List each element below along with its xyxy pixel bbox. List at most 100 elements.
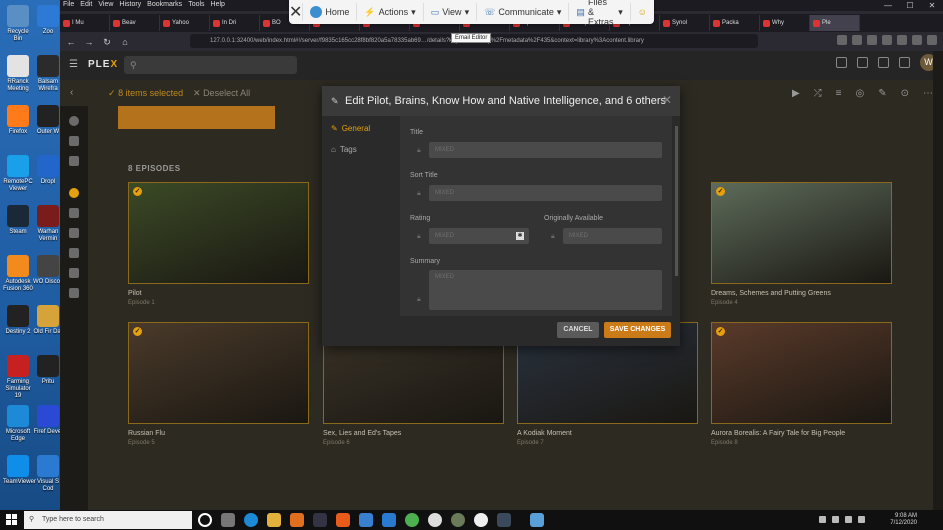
edge-icon[interactable] xyxy=(244,513,258,527)
browser-tab[interactable]: Beav xyxy=(110,15,160,31)
info-icon[interactable]: ⊙ xyxy=(901,88,909,99)
windows-start-icon[interactable] xyxy=(6,514,18,526)
home-icon[interactable]: ⌂ xyxy=(118,35,132,49)
app-icon[interactable] xyxy=(474,513,488,527)
menu-tools[interactable]: Tools xyxy=(185,0,207,9)
remote-view-button[interactable]: ▭ View ▾ xyxy=(422,3,476,21)
steam-icon[interactable] xyxy=(313,513,327,527)
fullscreen-icon[interactable] xyxy=(899,57,910,68)
close-icon[interactable]: ✕ xyxy=(921,0,943,11)
remote-icon[interactable] xyxy=(359,513,373,527)
check-icon[interactable]: ✓ xyxy=(133,327,142,336)
desktop-shortcut[interactable]: Steam xyxy=(3,205,33,236)
taskbar-search-input[interactable]: ⚲ Type here to search xyxy=(24,511,192,529)
desktop-shortcut[interactable]: Recycle Bin xyxy=(3,5,33,43)
save-changes-button[interactable]: SAVE CHANGES xyxy=(604,322,671,338)
browser-tab[interactable]: I Mu xyxy=(60,15,110,31)
check-icon[interactable]: ✓ xyxy=(716,327,725,336)
minimize-icon[interactable]: — xyxy=(877,0,899,11)
browser-tab[interactable]: Packa xyxy=(710,15,760,31)
maximize-icon[interactable]: ☐ xyxy=(899,0,921,11)
browser-tab[interactable]: Ple xyxy=(810,15,860,31)
remote-files-button[interactable]: ▤ Files & Extras ▾ xyxy=(568,0,629,27)
episode-card[interactable]: ✓ Russian Flu Episode 5 xyxy=(128,322,309,446)
chrome-icon[interactable] xyxy=(428,513,442,527)
episode-card[interactable]: ✓ Aurora Borealis: A Fairy Tale for Big P… xyxy=(711,322,892,446)
back-icon[interactable]: ‹ xyxy=(70,87,73,98)
tab-tags[interactable]: ⌂ Tags xyxy=(331,145,357,154)
remote-communicate-button[interactable]: ☏ Communicate ▾ xyxy=(476,3,568,21)
extension-icon[interactable] xyxy=(882,35,892,45)
episode-title[interactable]: Aurora Borealis: A Fairy Tale for Big Pe… xyxy=(711,430,892,437)
desktop-shortcut[interactable]: Autodesk Fusion 360 xyxy=(3,255,33,293)
app-icon[interactable] xyxy=(497,513,511,527)
lock-icon[interactable]: 🔒︎ xyxy=(417,296,424,304)
activity-icon[interactable] xyxy=(836,57,847,68)
edit-icon[interactable]: ✎ xyxy=(878,88,886,99)
close-icon[interactable]: ✕ xyxy=(289,2,302,22)
more-icon[interactable]: ⋯ xyxy=(923,88,933,99)
menu-help[interactable]: Help xyxy=(208,0,228,9)
browser-tab[interactable]: Synol xyxy=(660,15,710,31)
desktop-shortcut[interactable]: Zoo xyxy=(33,5,63,36)
episode-title[interactable]: Dreams, Schemes and Putting Greens xyxy=(711,290,892,297)
menu-history[interactable]: History xyxy=(116,0,144,9)
desktop-shortcut[interactable]: Firef Devel xyxy=(33,405,63,436)
episode-title[interactable]: Pilot xyxy=(128,290,309,297)
avatar-icon[interactable] xyxy=(69,116,79,126)
desktop-shortcut[interactable]: Farming Simulator 19 xyxy=(3,355,33,400)
desktop-shortcut[interactable]: Old Fir Dat xyxy=(33,305,63,336)
monitor-icon[interactable] xyxy=(69,156,79,166)
arrow-icon[interactable] xyxy=(69,188,79,198)
emoji-button[interactable]: ☺ xyxy=(629,3,654,21)
desktop-shortcut[interactable]: Warhan Vermin xyxy=(33,205,63,243)
lock-icon[interactable]: 🔒︎ xyxy=(417,147,424,155)
app-icon[interactable] xyxy=(336,513,350,527)
episode-card[interactable]: ✓ Pilot Episode 1 xyxy=(128,182,309,306)
check-icon[interactable]: ✓ xyxy=(716,187,725,196)
watched-icon[interactable]: ◎ xyxy=(855,88,864,99)
desktop-shortcut[interactable]: Balsam Wirefra xyxy=(33,55,63,93)
lock-icon[interactable]: 🔒︎ xyxy=(551,233,558,241)
desktop-shortcut[interactable]: RRanck Meeting xyxy=(3,55,33,93)
desktop-shortcut[interactable]: Destiny 2 xyxy=(3,305,33,336)
episode-thumbnail[interactable]: ✓ xyxy=(711,182,892,284)
rating-field[interactable]: MIXED ✱ xyxy=(429,228,529,244)
episode-card[interactable]: ✓ Dreams, Schemes and Putting Greens Episo… xyxy=(711,182,892,306)
lock-icon[interactable]: 🔒︎ xyxy=(417,190,424,198)
shuffle-icon[interactable]: ⤮ xyxy=(814,88,822,99)
desktop-shortcut[interactable]: Pritu xyxy=(33,355,63,386)
music-icon[interactable] xyxy=(69,268,79,278)
sort-title-field[interactable]: MIXED xyxy=(429,185,662,201)
desktop-shortcut[interactable]: Outer W xyxy=(33,105,63,136)
desktop-shortcut[interactable]: Visual S Cod xyxy=(33,455,63,493)
cortana-icon[interactable] xyxy=(198,513,212,527)
cancel-button[interactable]: CANCEL xyxy=(557,322,599,338)
title-field[interactable]: MIXED xyxy=(429,142,662,158)
remote-home-button[interactable]: Home xyxy=(302,3,356,21)
settings-icon[interactable] xyxy=(857,57,868,68)
menu-view[interactable]: View xyxy=(95,0,116,9)
photos-icon[interactable] xyxy=(69,248,79,258)
cast-icon[interactable] xyxy=(878,57,889,68)
desktop-shortcut[interactable]: TeamViewer xyxy=(3,455,36,486)
desktop-shortcut[interactable]: Microsoft Edge xyxy=(3,405,33,443)
modal-scrollbar[interactable] xyxy=(672,122,680,312)
hamburger-icon[interactable]: ☰ xyxy=(69,59,78,70)
queue-icon[interactable]: ≡ xyxy=(836,88,842,99)
episode-thumbnail[interactable]: ✓ xyxy=(128,322,309,424)
forward-icon[interactable]: → xyxy=(82,35,96,49)
sidebar-icon[interactable] xyxy=(867,35,877,45)
remote-actions-button[interactable]: ⚡ Actions ▾ xyxy=(356,3,422,21)
deselect-all-button[interactable]: ✕ Deselect All xyxy=(193,88,250,99)
plex-logo[interactable]: PLEX xyxy=(88,59,118,70)
episode-title[interactable]: Sex, Lies and Ed's Tapes xyxy=(323,430,504,437)
desktop-shortcut[interactable]: RemotePC Viewer xyxy=(3,155,33,193)
desktop-shortcut[interactable]: Firefox xyxy=(3,105,33,136)
episode-title[interactable]: A Kodiak Moment xyxy=(517,430,698,437)
plugin-icon[interactable] xyxy=(69,288,79,298)
app-icon[interactable] xyxy=(290,513,304,527)
vscode-icon[interactable] xyxy=(382,513,396,527)
movies-icon[interactable] xyxy=(69,208,79,218)
library-icon[interactable] xyxy=(852,35,862,45)
